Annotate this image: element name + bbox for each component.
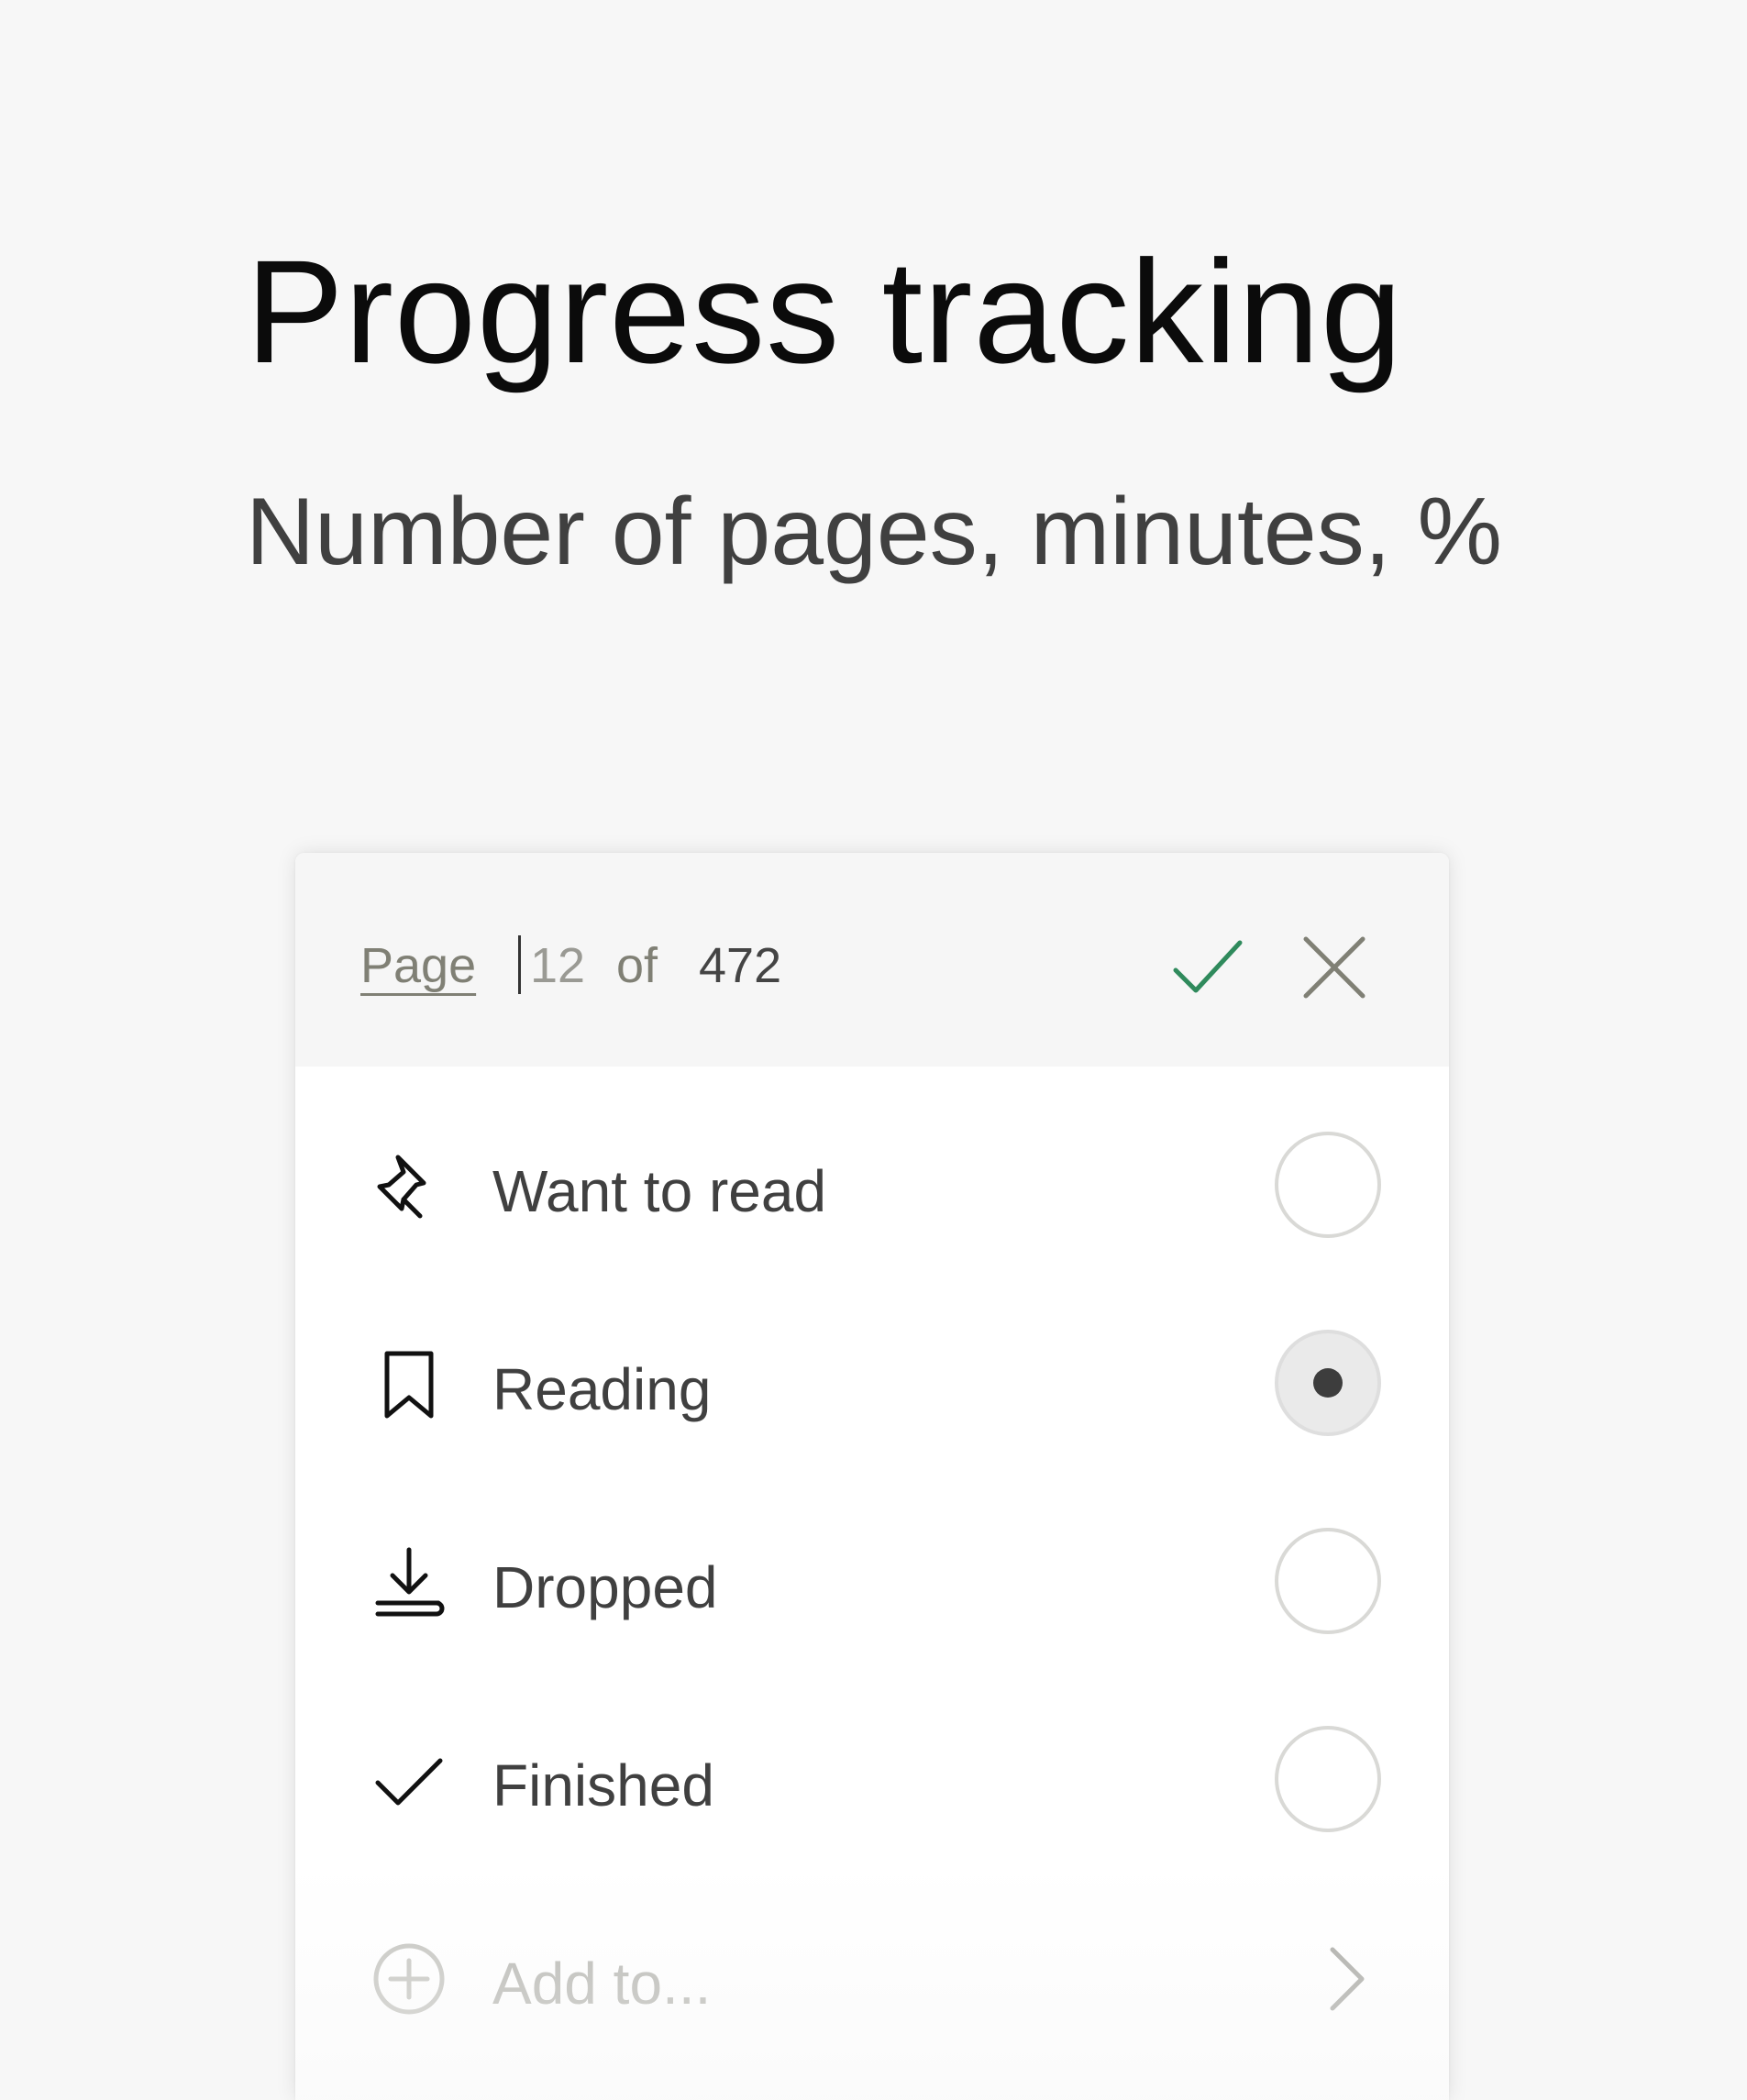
radio-button-selected[interactable] — [1275, 1330, 1381, 1436]
status-label: Want to read — [492, 1158, 827, 1224]
progress-of-label: of — [616, 938, 658, 993]
pushpin-icon — [370, 1148, 448, 1225]
add-to-collection-row[interactable]: Add to... — [295, 1887, 1449, 2085]
radio-button[interactable] — [1275, 1132, 1381, 1238]
status-label: Finished — [492, 1752, 714, 1818]
status-option-dropped[interactable]: Dropped — [295, 1491, 1449, 1689]
radio-button[interactable] — [1275, 1726, 1381, 1832]
progress-value-input[interactable]: 12 — [530, 937, 585, 994]
page-subtitle: Number of pages, minutes, % — [246, 479, 1502, 585]
page-title: Progress tracking — [246, 229, 1403, 393]
checkmark-icon — [370, 1742, 448, 1819]
status-option-reading[interactable]: Reading — [295, 1293, 1449, 1491]
progress-total: 472 — [699, 938, 782, 993]
cancel-button[interactable] — [1293, 926, 1376, 1009]
status-label: Dropped — [492, 1554, 718, 1620]
status-label: Reading — [492, 1356, 712, 1422]
download-tray-icon — [370, 1544, 448, 1621]
chevron-right-icon — [1309, 1942, 1382, 2016]
radio-dot — [1313, 1368, 1343, 1398]
status-option-finished[interactable]: Finished — [295, 1689, 1449, 1887]
progress-unit-selector[interactable]: Page — [360, 937, 476, 994]
close-icon — [1303, 936, 1366, 999]
confirm-button[interactable] — [1167, 926, 1249, 1009]
add-to-label: Add to... — [492, 1951, 712, 2017]
radio-button[interactable] — [1275, 1528, 1381, 1634]
bookmark-icon — [370, 1346, 448, 1423]
text-caret — [518, 935, 521, 994]
status-sheet: Page 12 of 472 Want to read Reading Drop… — [295, 853, 1449, 2100]
plus-circle-icon — [370, 1940, 448, 2017]
status-option-want-to-read[interactable]: Want to read — [295, 1095, 1449, 1293]
checkmark-icon — [1173, 940, 1243, 993]
progress-input-bar: Page 12 of 472 — [295, 853, 1449, 1067]
